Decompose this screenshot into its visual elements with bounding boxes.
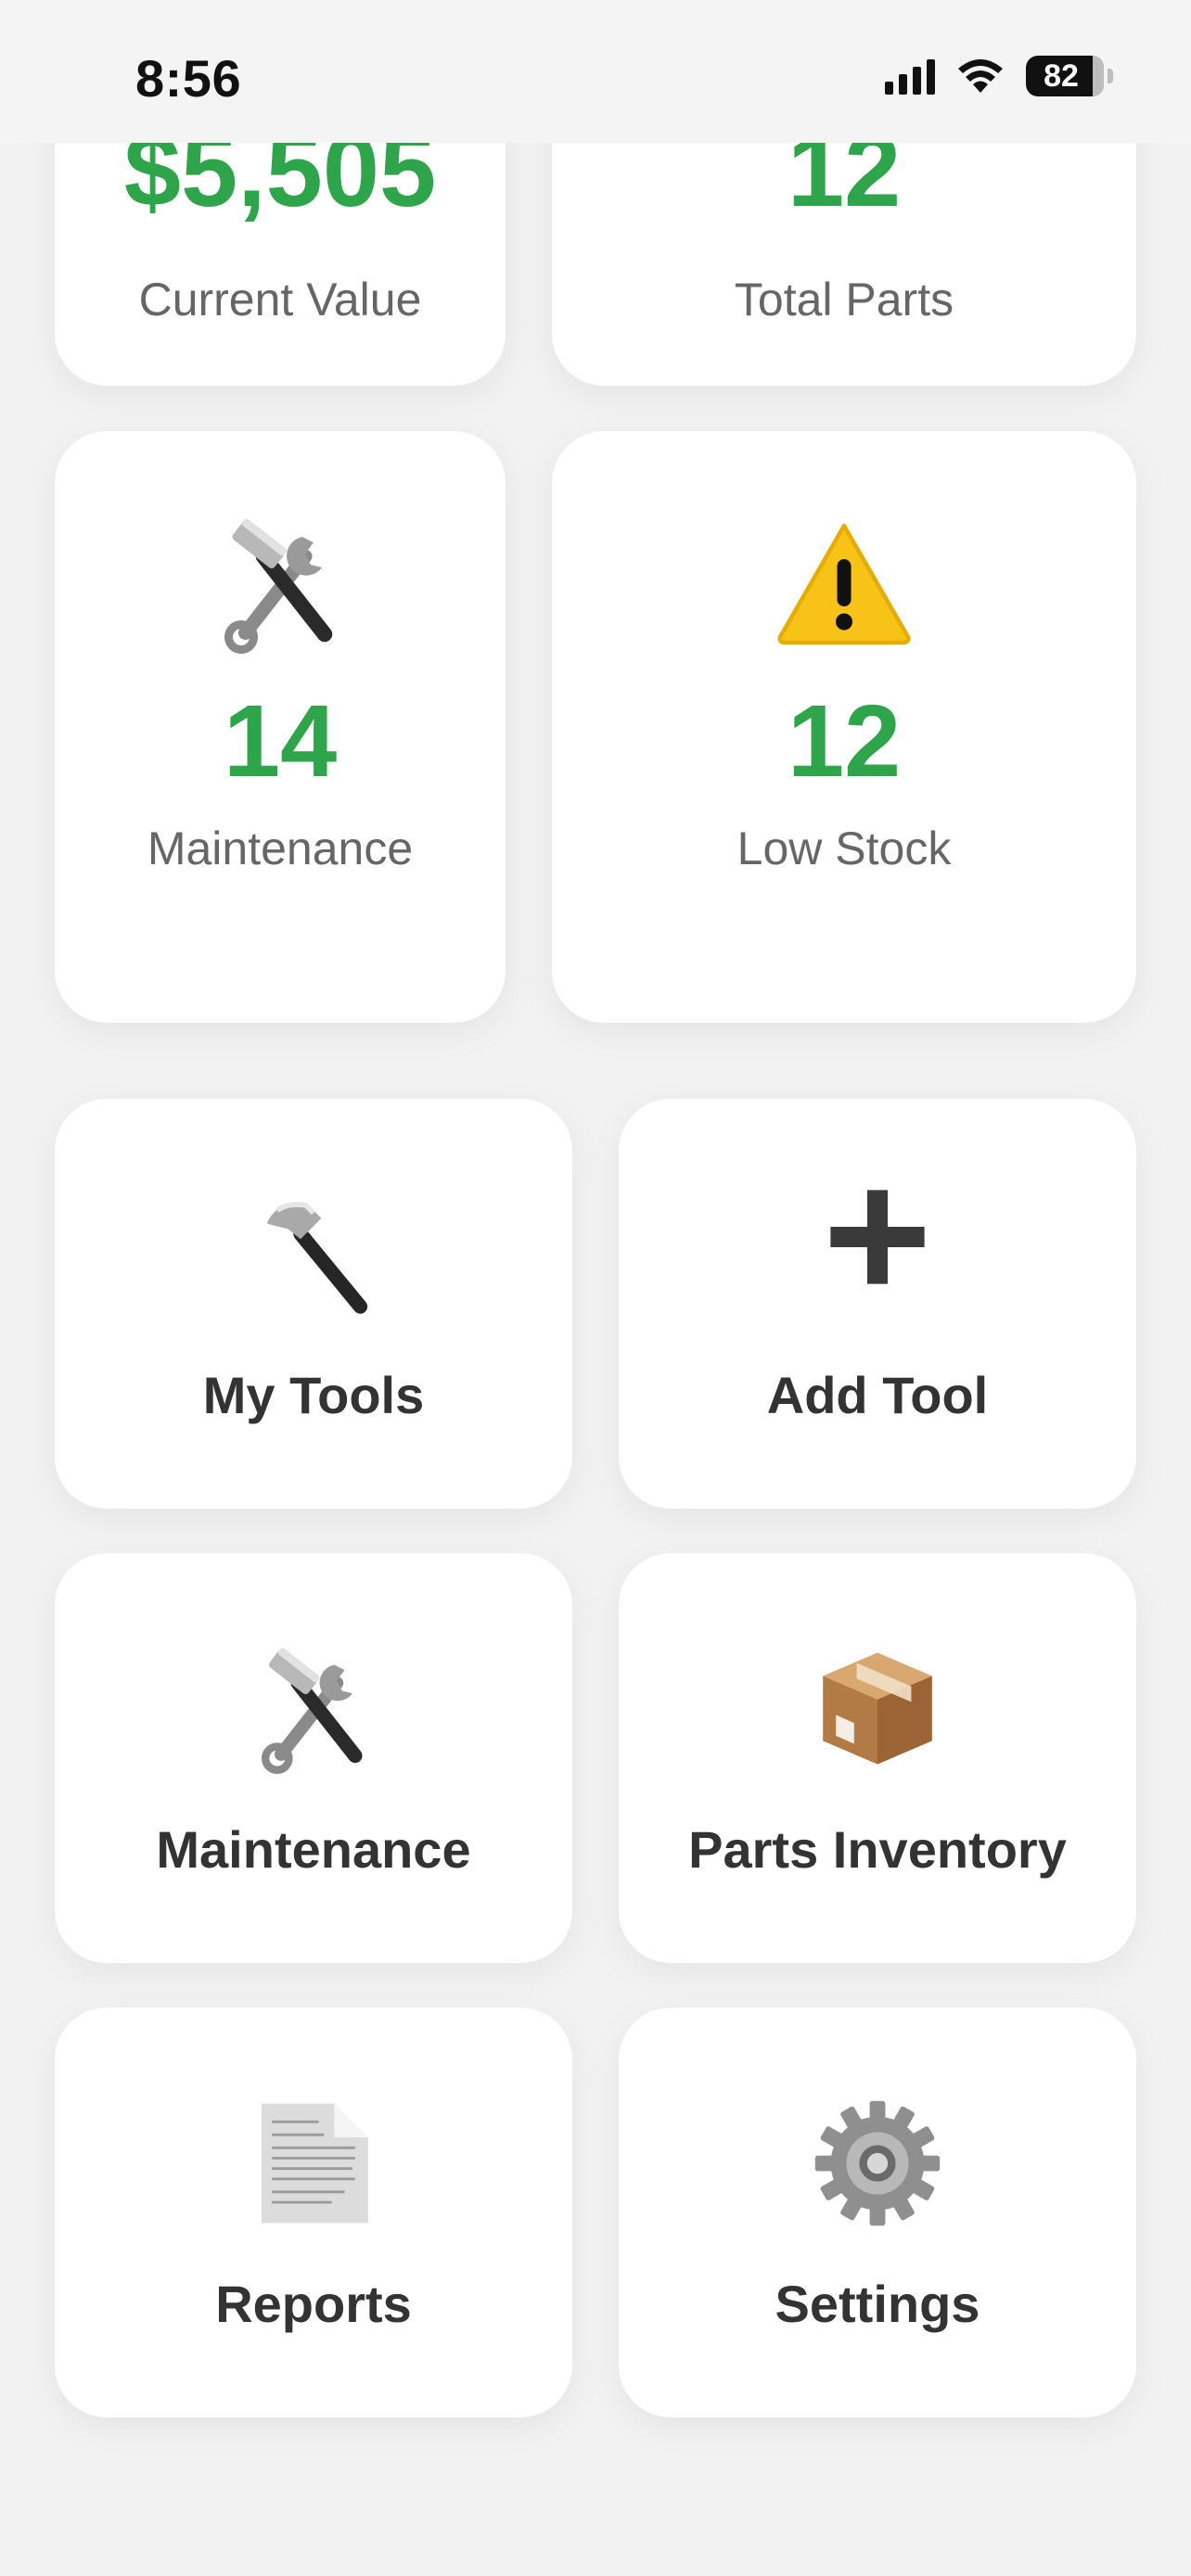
hammer-wrench-icon bbox=[211, 515, 350, 654]
stat-label: Current Value bbox=[138, 274, 422, 325]
gear-icon bbox=[813, 2098, 942, 2228]
stat-label: Maintenance bbox=[147, 823, 414, 874]
battery-icon: 82 bbox=[1026, 56, 1104, 96]
parts-inventory-button[interactable]: Parts Inventory bbox=[619, 1553, 1136, 1963]
maintenance-button[interactable]: Maintenance bbox=[55, 1553, 572, 1963]
package-icon bbox=[813, 1642, 942, 1772]
stat-label: Total Parts bbox=[734, 274, 954, 325]
plus-icon bbox=[826, 1186, 928, 1288]
battery-level: 82 bbox=[1044, 57, 1079, 94]
stat-label: Low Stock bbox=[736, 823, 952, 874]
menu-label: Settings bbox=[775, 2275, 980, 2333]
my-tools-button[interactable]: My Tools bbox=[55, 1099, 572, 1509]
warning-icon bbox=[775, 516, 914, 646]
stat-value: 14 bbox=[223, 684, 338, 798]
status-bar: 8:56 82 bbox=[0, 0, 1191, 143]
document-icon bbox=[253, 2098, 374, 2228]
menu-label: Reports bbox=[215, 2275, 412, 2333]
wifi-icon bbox=[955, 57, 1005, 95]
menu-label: Parts Inventory bbox=[688, 1820, 1067, 1879]
reports-button[interactable]: Reports bbox=[55, 2008, 572, 2417]
stat-value: 12 bbox=[787, 684, 902, 798]
stat-card-maintenance: 14 Maintenance bbox=[55, 431, 506, 1023]
add-tool-button[interactable]: Add Tool bbox=[619, 1099, 1136, 1509]
hammer-wrench-icon bbox=[249, 1644, 378, 1774]
menu-label: Add Tool bbox=[766, 1366, 989, 1424]
settings-button[interactable]: Settings bbox=[619, 2008, 1136, 2417]
dashboard-screen: $5,505 Current Value 12 Total Parts 14 M… bbox=[0, 0, 1191, 2576]
menu-label: Maintenance bbox=[156, 1820, 471, 1879]
status-time: 8:56 bbox=[135, 49, 242, 108]
menu-label: My Tools bbox=[202, 1366, 425, 1424]
cellular-signal-icon bbox=[885, 57, 935, 95]
stat-card-low-stock: 12 Low Stock bbox=[552, 431, 1136, 1023]
hammer-icon bbox=[249, 1190, 378, 1320]
status-icons: 82 bbox=[885, 56, 1113, 96]
